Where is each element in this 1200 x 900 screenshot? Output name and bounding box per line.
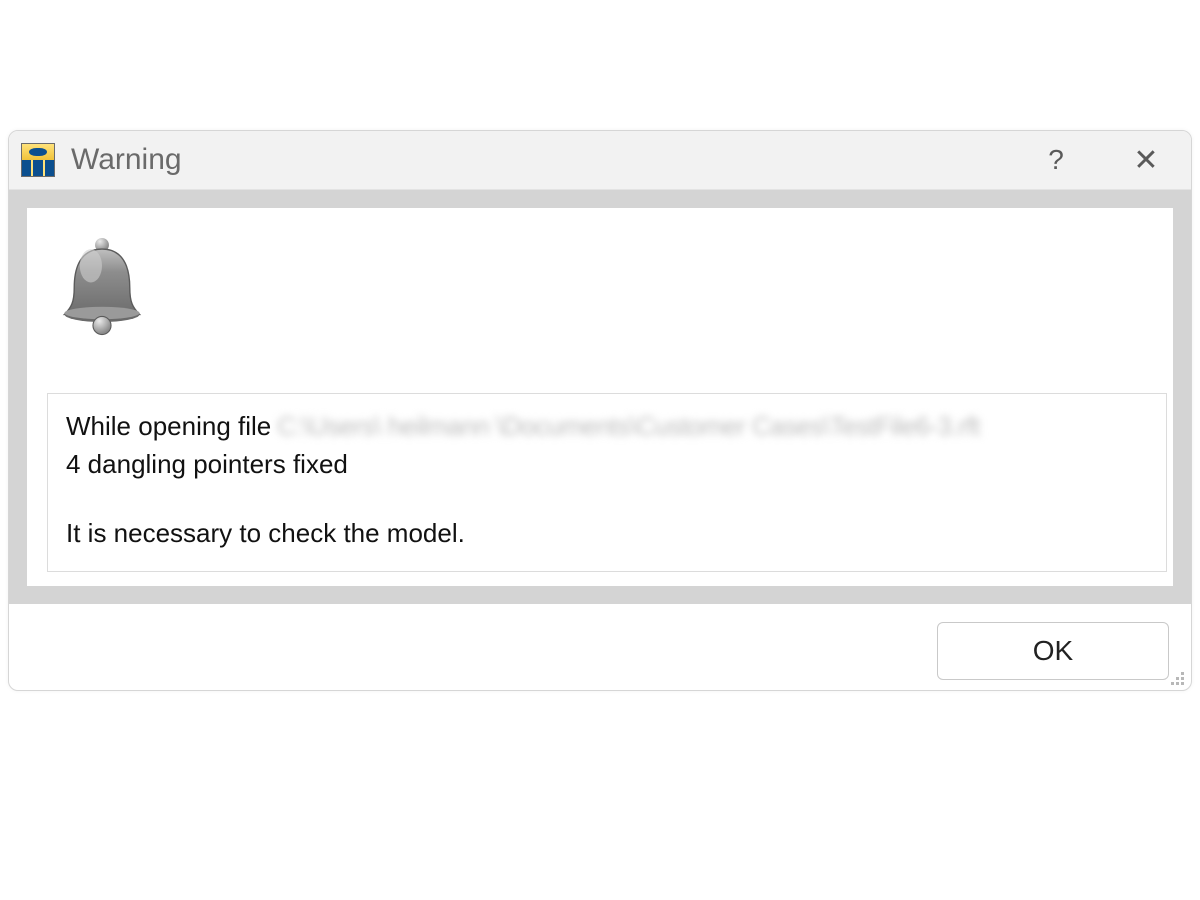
dialog-footer: OK [9, 604, 1191, 690]
message-line-1-text: While opening file [66, 408, 271, 446]
ok-button[interactable]: OK [937, 622, 1169, 680]
resize-grip[interactable] [1169, 670, 1187, 688]
message-panel: While opening file C:\Users\ heilmann \D… [47, 393, 1167, 572]
message-line-3: It is necessary to check the model. [66, 515, 1146, 553]
message-file-path-obscured: C:\Users\ heilmann \Documents\Customer C… [277, 408, 1146, 446]
warning-dialog: Warning ? ✕ [8, 130, 1192, 691]
dialog-body-frame: While opening file C:\Users\ heilmann \D… [9, 190, 1191, 604]
message-line-1: While opening file C:\Users\ heilmann \D… [66, 408, 1146, 446]
message-line-2: 4 dangling pointers fixed [66, 446, 1146, 484]
app-icon [21, 143, 55, 177]
dialog-body: While opening file C:\Users\ heilmann \D… [27, 208, 1173, 586]
bell-icon [57, 238, 1167, 338]
dialog-title: Warning [71, 143, 182, 177]
help-button[interactable]: ? [1011, 131, 1101, 189]
titlebar: Warning ? ✕ [9, 131, 1191, 190]
close-button[interactable]: ✕ [1101, 131, 1191, 189]
